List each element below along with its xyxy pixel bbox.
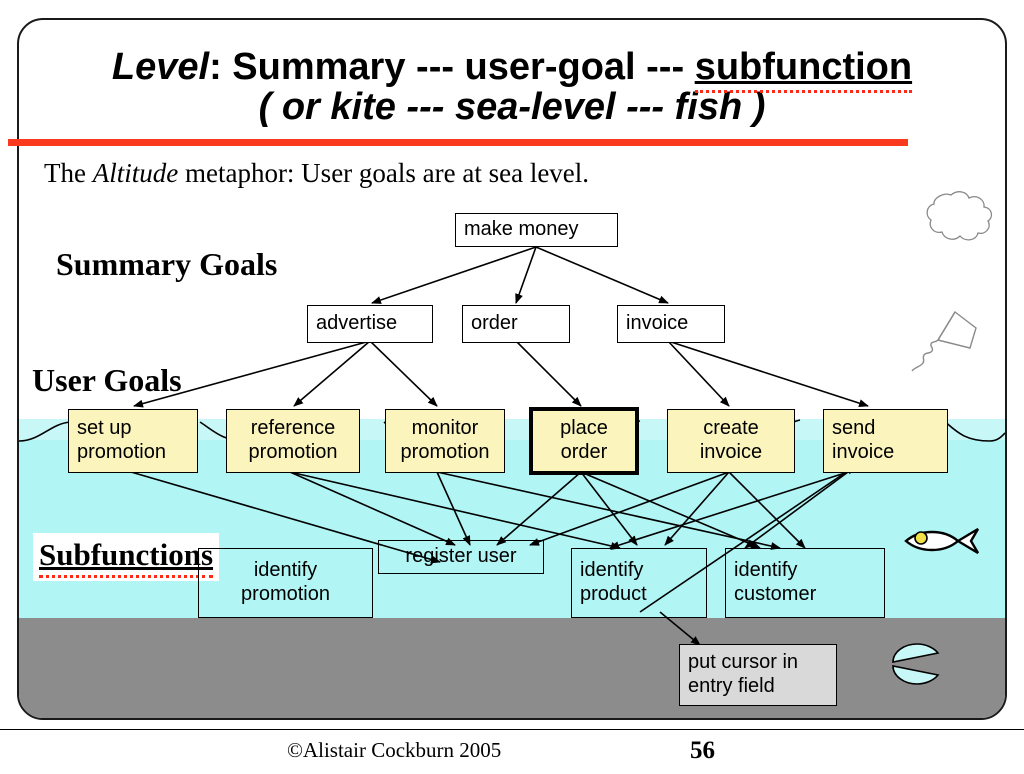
node-identify-product-line1: identify [580, 559, 644, 582]
title-keyword-level: Level [111, 46, 210, 88]
node-identify-promotion-line1: identify [253, 559, 318, 582]
node-invoice[interactable]: invoice [617, 305, 725, 343]
node-place-order-line2: order [560, 441, 608, 463]
section-label-user-goals: User Goals [32, 362, 182, 398]
node-register-user-line1: register user [405, 545, 517, 568]
node-make-money-line1: make money [464, 218, 579, 241]
subtitle-line: The Altitude metaphor: User goals are at… [44, 158, 589, 189]
node-register-user[interactable]: register user [378, 540, 544, 574]
slide-canvas: Level: Summary --- user-goal --- subfunc… [0, 0, 1024, 774]
subtitle-post: metaphor: User goals are at sea level. [178, 158, 590, 188]
node-advertise[interactable]: advertise [307, 305, 433, 343]
footer-page-number: 56 [690, 737, 715, 764]
node-monitor-promotion-line1: monitor [411, 417, 479, 440]
seabed [19, 618, 1005, 718]
node-order-line1: order [471, 312, 518, 335]
node-identify-customer-line2: customer [734, 583, 817, 605]
node-place-order[interactable]: place order [529, 407, 639, 475]
title-line-1-mid: : Summary --- user-goal --- [209, 46, 695, 88]
node-send-invoice-line1: send [832, 417, 876, 440]
node-identify-promotion-line2: promotion [241, 583, 330, 605]
node-monitor-promotion[interactable]: monitor promotion [385, 409, 505, 473]
node-create-invoice-line2: invoice [699, 441, 763, 463]
section-label-summary-goals: Summary Goals [56, 246, 278, 282]
footer-divider [0, 729, 1024, 730]
node-create-invoice[interactable]: create invoice [667, 409, 795, 473]
node-reference-promotion[interactable]: reference promotion [226, 409, 360, 473]
node-reference-promotion-line2: promotion [248, 441, 338, 463]
section-label-subfunctions: Subfunctions [33, 533, 220, 581]
title-line-1: Level: Summary --- user-goal --- subfunc… [24, 46, 1000, 93]
node-identify-promotion[interactable]: identify promotion [198, 548, 373, 618]
node-send-invoice-line2: invoice [832, 441, 895, 463]
footer-copyright: ©Alistair Cockburn 2005 [287, 738, 502, 762]
node-place-order-line1: place [560, 417, 608, 440]
node-set-up-promotion-line2: promotion [77, 441, 166, 463]
node-put-cursor-in-entry-field[interactable]: put cursor in entry field [679, 644, 837, 706]
node-set-up-promotion-line1: set up [77, 417, 132, 440]
slide-title: Level: Summary --- user-goal --- subfunc… [24, 46, 1000, 128]
node-identify-customer-line1: identify [734, 559, 798, 582]
node-invoice-line1: invoice [626, 312, 689, 335]
node-create-invoice-line1: create [703, 417, 759, 440]
node-put-cursor-line2: entry field [688, 675, 775, 697]
node-reference-promotion-line1: reference [250, 417, 336, 440]
subtitle-pre: The [44, 158, 93, 188]
node-order[interactable]: order [462, 305, 570, 343]
node-identify-product-line2: product [580, 583, 647, 605]
node-make-money[interactable]: make money [455, 213, 618, 247]
node-identify-customer[interactable]: identify customer [725, 548, 885, 618]
title-accent-rule [8, 139, 908, 146]
title-subfunction-underlined: subfunction [694, 46, 913, 93]
node-monitor-promotion-line2: promotion [400, 441, 490, 463]
node-put-cursor-line1: put cursor in [688, 651, 799, 674]
node-advertise-line1: advertise [316, 312, 398, 335]
node-send-invoice[interactable]: send invoice [823, 409, 948, 473]
subtitle-altitude: Altitude [92, 158, 179, 188]
node-identify-product[interactable]: identify product [571, 548, 707, 618]
node-set-up-promotion[interactable]: set up promotion [68, 409, 198, 473]
title-line-2: ( or kite --- sea-level --- fish ) [258, 85, 766, 128]
